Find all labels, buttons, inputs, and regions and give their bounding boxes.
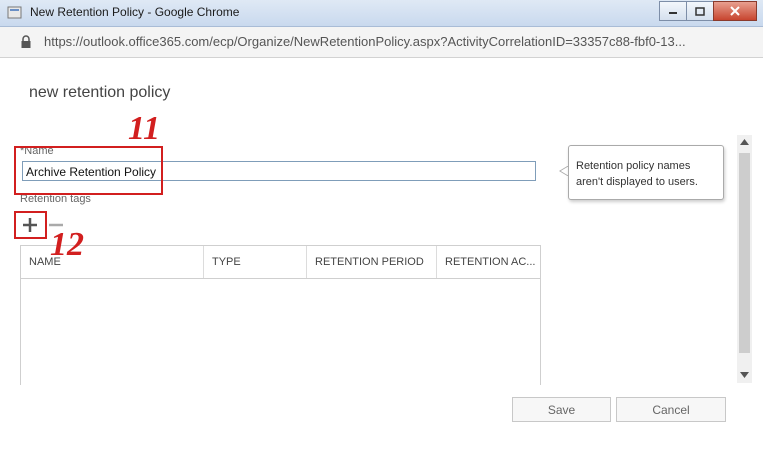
cancel-button[interactable]: Cancel [616,397,726,422]
annotation-number-11: 11 [128,110,161,147]
annotation-number-12: 12 [50,226,84,263]
minimize-button[interactable] [659,1,687,21]
window-titlebar: New Retention Policy - Google Chrome [0,0,763,27]
lock-icon [21,35,31,48]
column-name[interactable]: NAME [21,246,204,278]
scroll-up-icon[interactable] [740,139,749,145]
name-hint-callout: Retention policy names aren't displayed … [568,145,724,200]
dialog-scrollbar[interactable] [737,135,752,383]
column-retention-action[interactable]: RETENTION AC... [437,246,540,278]
maximize-button[interactable] [686,1,714,21]
url-text[interactable]: https://outlook.office365.com/ecp/Organi… [44,34,686,49]
window-title: New Retention Policy - Google Chrome [30,5,240,19]
grid-header: NAME TYPE RETENTION PERIOD RETENTION AC.… [21,246,540,279]
scroll-thumb[interactable] [739,153,750,353]
maximize-icon [695,6,705,16]
column-type[interactable]: TYPE [204,246,307,278]
scroll-down-icon[interactable] [740,372,749,378]
close-button[interactable] [713,1,757,21]
close-icon [730,6,740,16]
save-button[interactable]: Save [512,397,611,422]
annotation-box-add [14,211,47,239]
chrome-icon [7,6,22,19]
column-retention-period[interactable]: RETENTION PERIOD [307,246,437,278]
page-title: new retention policy [29,84,171,101]
retention-tags-grid: NAME TYPE RETENTION PERIOD RETENTION AC.… [20,245,541,385]
address-bar[interactable]: https://outlook.office365.com/ecp/Organi… [0,27,763,58]
minimize-icon [669,12,677,14]
annotation-box-name [14,146,163,195]
